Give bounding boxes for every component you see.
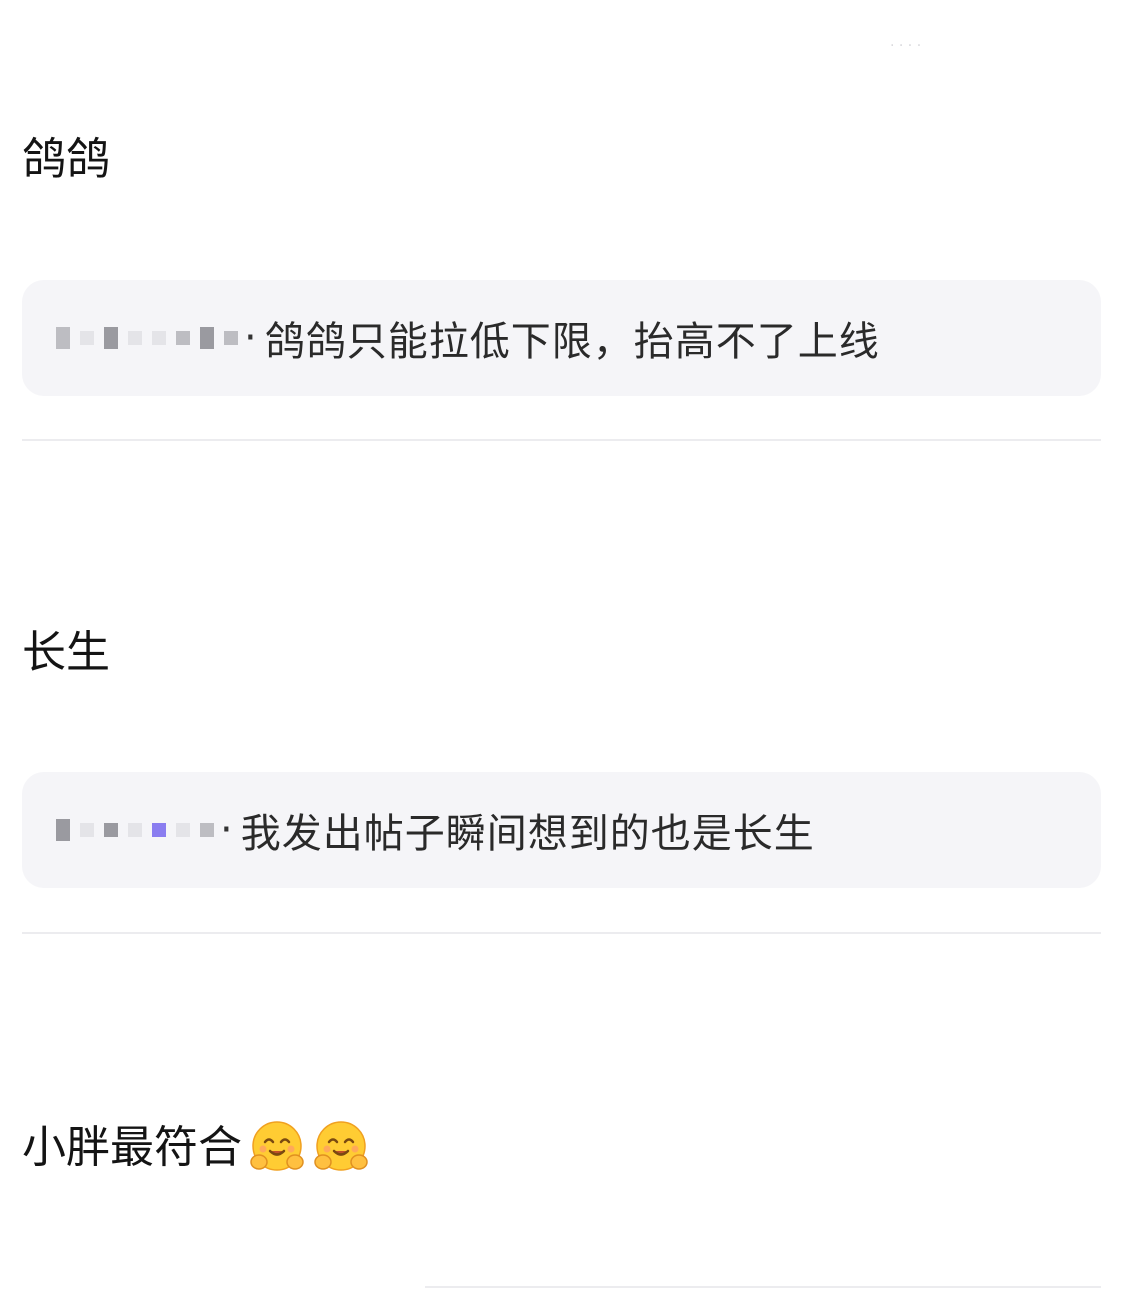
hug-smile-icon — [248, 1118, 306, 1176]
comment-divider — [22, 439, 1101, 441]
reply-separator: · — [244, 315, 257, 361]
comment-divider — [22, 932, 1101, 934]
faint-top-marks: · · · · — [890, 38, 922, 54]
comment-text: 小胖最符合 — [22, 1122, 242, 1173]
hug-smile-icon — [312, 1118, 370, 1176]
comment-text: 鸽鸽 — [22, 134, 110, 185]
comment-text-with-emoji: 小胖最符合 — [22, 1118, 370, 1178]
reply-preview[interactable]: · 我发出帖子瞬间想到的也是长生 — [22, 772, 1101, 888]
reply-separator: · — [220, 807, 233, 853]
reply-text: 鸽鸽只能拉低下限，抬高不了上线 — [264, 319, 880, 365]
comment-divider — [425, 1286, 1101, 1288]
blurred-username[interactable] — [56, 810, 214, 850]
blurred-username[interactable] — [56, 318, 238, 358]
reply-text: 我发出帖子瞬间想到的也是长生 — [240, 811, 815, 857]
comment-text: 长生 — [22, 627, 110, 678]
reply-preview[interactable]: · 鸽鸽只能拉低下限，抬高不了上线 — [22, 280, 1101, 396]
